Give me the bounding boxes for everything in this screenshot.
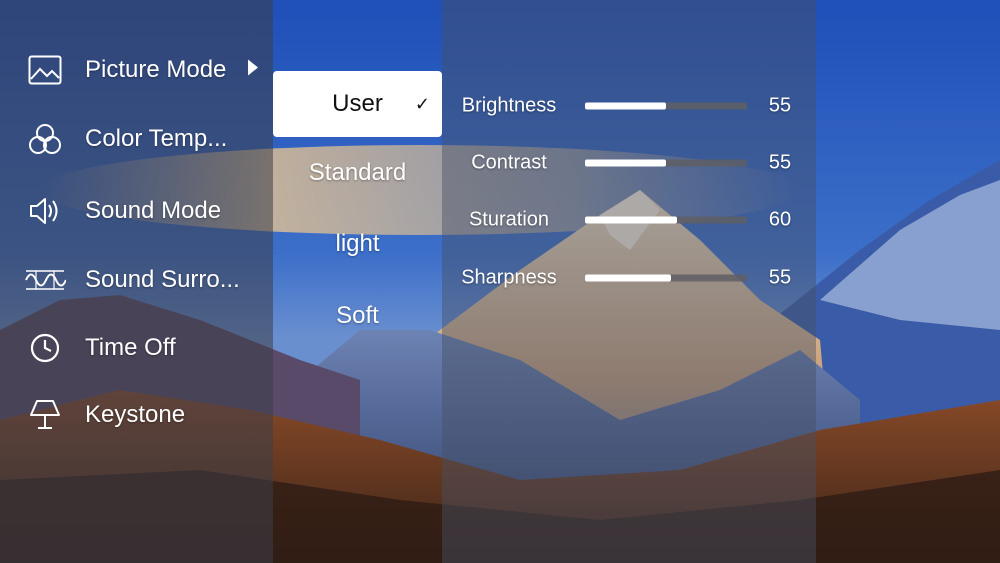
contrast-value: 55	[768, 151, 792, 174]
contrast-slider[interactable]	[585, 159, 747, 167]
menu-item-label: Sound Surro...	[85, 266, 240, 293]
picture-icon	[24, 52, 66, 88]
saturation-row: Sturation 60	[442, 200, 816, 240]
menu-item-sound-surround[interactable]: Sound Surro...	[0, 255, 273, 305]
menu-item-label: Picture Mode	[85, 56, 227, 83]
option-label: User	[332, 90, 383, 117]
brightness-label: Brightness	[461, 94, 557, 117]
picture-mode-option-soft[interactable]: Soft	[273, 283, 442, 349]
brightness-slider[interactable]	[585, 102, 747, 110]
brightness-fill	[585, 102, 666, 110]
option-label: Soft	[336, 302, 379, 329]
menu-item-label: Color Temp...	[85, 125, 228, 152]
picture-mode-option-light[interactable]: light	[273, 211, 442, 277]
sharpness-label: Sharpness	[461, 266, 557, 289]
sharpness-value: 55	[768, 266, 792, 289]
menu-item-label: Sound Mode	[85, 197, 222, 224]
saturation-label: Sturation	[468, 208, 550, 231]
picture-mode-option-standard[interactable]: Standard	[273, 140, 442, 206]
menu-item-picture-mode[interactable]: Picture Mode	[0, 45, 273, 95]
option-label: Standard	[308, 159, 407, 186]
sharpness-fill	[585, 274, 671, 282]
chevron-right-icon	[247, 59, 259, 82]
contrast-row: Contrast 55	[442, 143, 816, 183]
lamp-icon	[24, 397, 66, 433]
contrast-fill	[585, 159, 666, 167]
brightness-row: Brightness 55	[442, 86, 816, 126]
option-label: light	[335, 230, 380, 257]
sharpness-row: Sharpness 55	[442, 258, 816, 298]
sharpness-slider[interactable]	[585, 274, 747, 282]
saturation-slider[interactable]	[585, 216, 747, 224]
checkmark-icon: ✓	[414, 93, 430, 114]
menu-item-sound-mode[interactable]: Sound Mode	[0, 186, 273, 236]
color-circles-icon	[24, 121, 66, 157]
clock-icon	[24, 330, 66, 366]
contrast-label: Contrast	[471, 151, 547, 174]
saturation-fill	[585, 216, 678, 224]
picture-mode-option-user[interactable]: User ✓	[273, 71, 442, 137]
menu-item-keystone[interactable]: Keystone	[0, 390, 273, 440]
menu-item-label: Keystone	[85, 401, 186, 428]
surround-wave-icon	[24, 262, 66, 298]
menu-item-time-off[interactable]: Time Off	[0, 323, 273, 373]
saturation-value: 60	[768, 208, 792, 231]
brightness-value: 55	[768, 94, 792, 117]
speaker-icon	[24, 193, 66, 229]
menu-item-color-temp[interactable]: Color Temp...	[0, 114, 273, 164]
menu-item-label: Time Off	[85, 334, 176, 361]
